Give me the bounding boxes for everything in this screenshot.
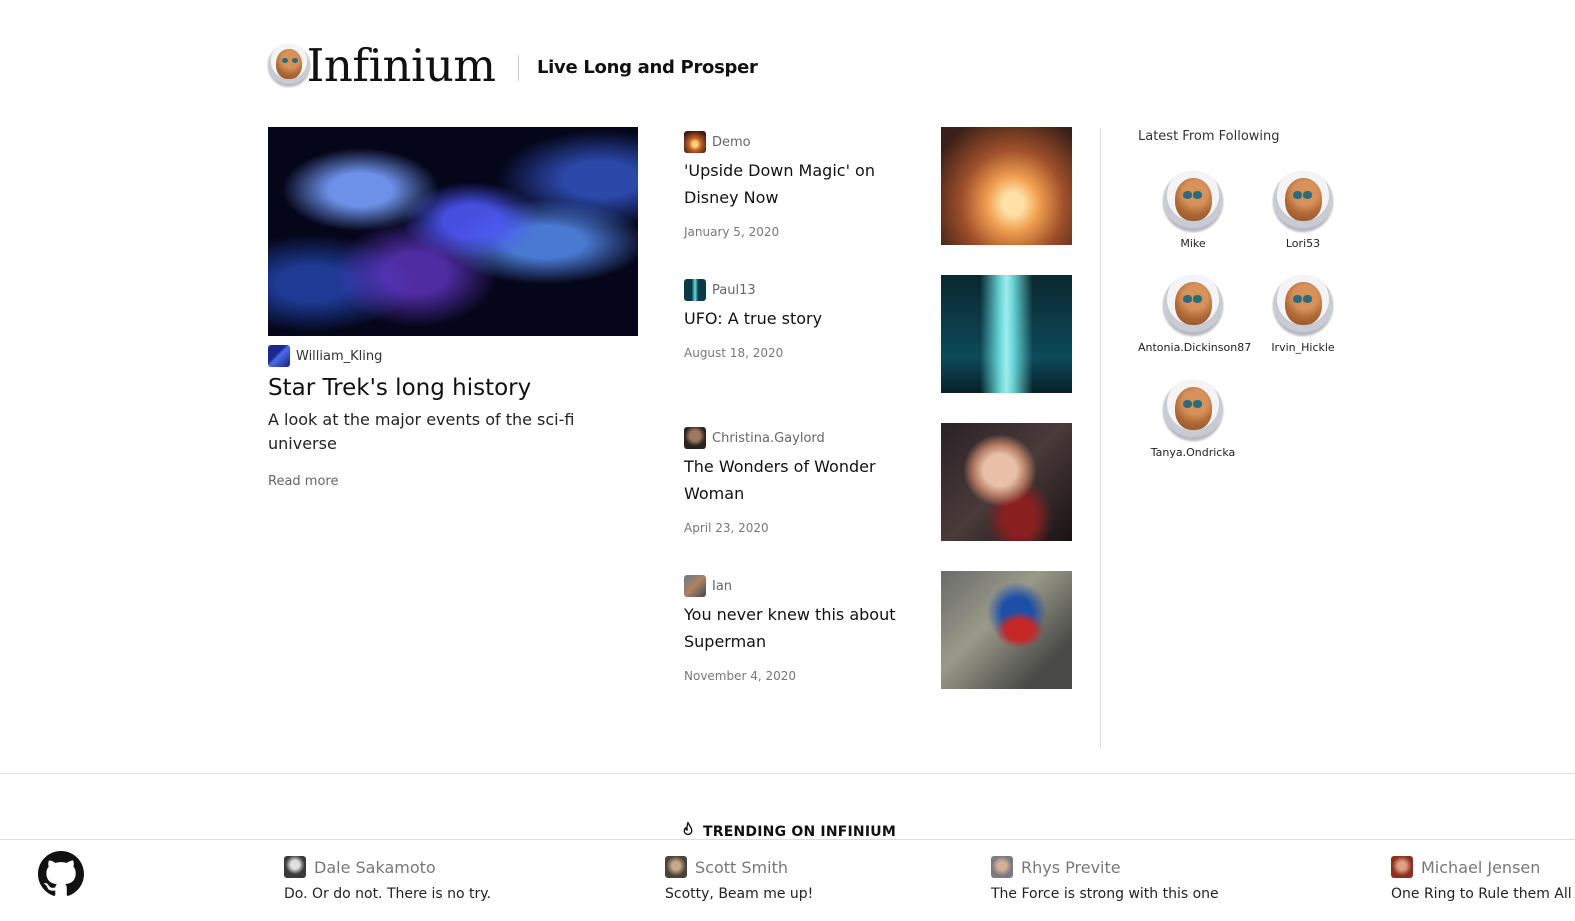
featured-author[interactable]: William_Kling [268,344,638,368]
article-item[interactable]: Paul13 UFO: A true story August 18, 2020 [684,275,1072,423]
article-item[interactable]: Ian You never knew this about Superman N… [684,571,1072,719]
section-divider [0,773,1575,774]
article-title[interactable]: UFO: A true story [684,305,929,332]
article-author[interactable]: Christina.Gaylord [684,427,929,449]
site-header: ∞ Infinium Live Long and Prosper [268,38,1334,98]
trending-heading-text: TRENDING ON INFINIUM [703,824,896,840]
article-thumbnail[interactable] [941,127,1072,245]
article-author[interactable]: Ian [684,575,929,597]
trending-author-name: Michael Jensen [1421,857,1541,877]
article-item[interactable]: Christina.Gaylord The Wonders of Wonder … [684,423,1072,571]
trending-quote: Scotty, Beam me up! [665,886,814,902]
author-avatar [684,279,706,301]
article-date: August 18, 2020 [684,346,784,360]
github-icon[interactable] [38,851,84,897]
article-thumbnail[interactable] [941,423,1072,541]
trending-author-name: Scott Smith [695,857,788,877]
featured-description: A look at the major events of the sci-fi… [268,410,575,453]
following-user[interactable]: Antonia.Dickinson87 [1138,275,1252,354]
author-avatar [684,131,706,153]
featured-article[interactable]: William_Kling Star Trek's long history A… [268,127,638,490]
featured-author-name: William_Kling [296,348,383,364]
trending-quote: One Ring to Rule them All [1391,886,1572,902]
article-author-name: Paul13 [712,282,756,298]
tagline: Live Long and Prosper [537,57,758,78]
user-avatar [1163,275,1223,335]
following-grid: Mike Lori53 Antonia.Dickinson87 Irvin_Hi… [1138,171,1338,491]
following-user-name: Mike [1180,237,1206,250]
trending-item[interactable]: Dale Sakamoto Do. Or do not. There is no… [284,854,491,902]
article-title[interactable]: 'Upside Down Magic' on Disney Now [684,157,929,211]
article-thumbnail[interactable] [941,275,1072,393]
trending-item[interactable]: Rhys Previte The Force is strong with th… [991,854,1219,902]
article-author-name: Christina.Gaylord [712,430,825,446]
article-list: Demo 'Upside Down Magic' on Disney Now J… [684,127,1072,719]
author-avatar [665,856,687,878]
following-user-name: Lori53 [1285,237,1321,250]
header-divider [518,55,519,81]
article-date: November 4, 2020 [684,669,797,683]
article-date: April 23, 2020 [684,521,769,535]
article-item[interactable]: Demo 'Upside Down Magic' on Disney Now J… [684,127,1072,275]
article-date: January 5, 2020 [684,225,780,239]
column-divider [1100,128,1101,748]
featured-title[interactable]: Star Trek's long history [268,372,638,404]
following-panel: Latest From Following Mike Lori53 Antoni… [1138,127,1338,491]
user-avatar [1163,171,1223,231]
trending-item[interactable]: Scott Smith Scotty, Beam me up! [665,854,813,902]
trending-author-name: Rhys Previte [1021,857,1121,877]
trending-author-name: Dale Sakamoto [314,857,436,877]
following-user[interactable]: Lori53 [1248,171,1358,250]
author-avatar [1391,856,1413,878]
following-user[interactable]: Irvin_Hickle [1248,275,1358,354]
following-user[interactable]: Mike [1138,171,1248,250]
featured-image[interactable] [268,127,638,336]
article-title[interactable]: The Wonders of Wonder Woman [684,453,929,507]
author-avatar [684,427,706,449]
read-more-link[interactable]: Read more [268,474,338,489]
author-avatar [268,345,290,367]
user-avatar [1273,275,1333,335]
profile-avatar[interactable] [268,44,310,86]
user-avatar [1273,171,1333,231]
trending-bar: Dale Sakamoto Do. Or do not. There is no… [0,840,1575,921]
trending-item[interactable]: Michael Jensen One Ring to Rule them All [1391,854,1572,902]
article-title[interactable]: You never knew this about Superman [684,601,929,655]
flame-icon [683,821,693,836]
trending-quote: Do. Or do not. There is no try. [284,886,492,902]
author-avatar [284,856,306,878]
article-author-name: Demo [712,134,751,150]
article-author[interactable]: Demo [684,131,929,153]
following-title: Latest From Following [1138,129,1280,144]
trending-quote: The Force is strong with this one [991,886,1219,902]
article-author-name: Ian [712,578,733,594]
article-author[interactable]: Paul13 [684,279,929,301]
following-user-name: Antonia.Dickinson87 [1138,341,1252,354]
following-user[interactable]: Tanya.Ondricka [1138,380,1248,459]
following-user-name: Tanya.Ondricka [1150,446,1236,459]
author-avatar [991,856,1013,878]
author-avatar [684,575,706,597]
following-user-name: Irvin_Hickle [1271,341,1335,354]
logo-text: Infinium [306,39,496,92]
article-thumbnail[interactable] [941,571,1072,689]
user-avatar [1163,380,1223,440]
